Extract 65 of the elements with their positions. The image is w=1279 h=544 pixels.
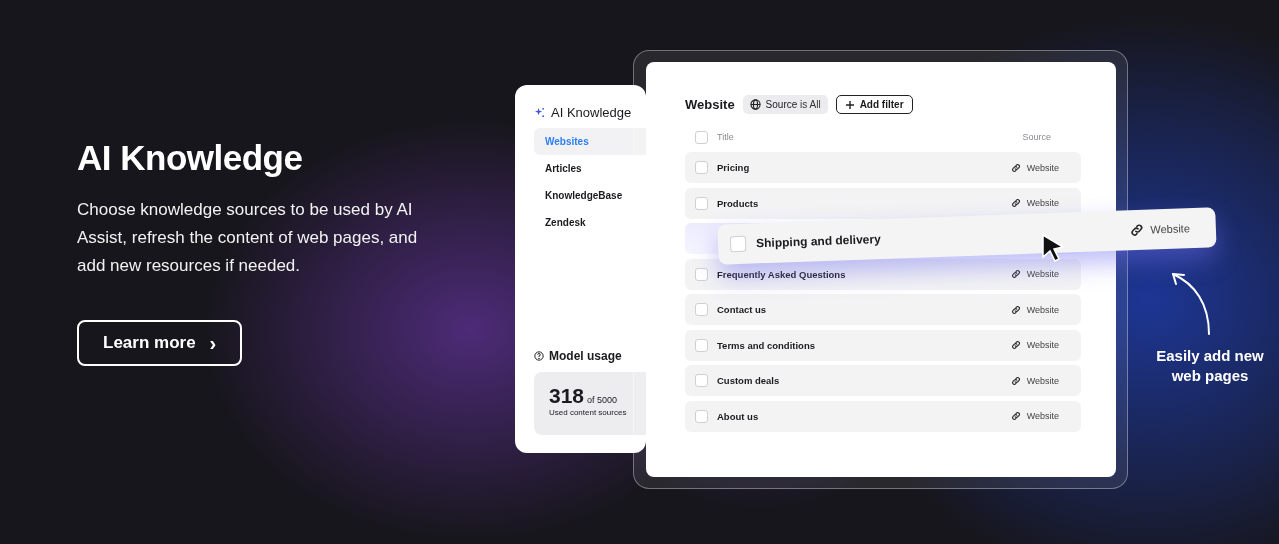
row-title: Products	[717, 197, 759, 209]
table-row[interactable]: About us Website	[685, 400, 1081, 432]
checkbox[interactable]	[729, 235, 747, 253]
chevron-icon: ›	[209, 333, 217, 353]
link-icon	[1010, 411, 1021, 421]
usage-count: 318	[549, 384, 585, 408]
row-title: Custom deals	[717, 375, 780, 386]
checkbox[interactable]	[695, 374, 708, 387]
sidebar-item[interactable]: KnowledgeBase	[534, 182, 646, 209]
sidebar-item[interactable]: Articles	[534, 155, 646, 182]
checkbox[interactable]	[695, 303, 708, 316]
source-label: Website	[1026, 198, 1059, 208]
link-icon	[1010, 340, 1021, 350]
filter-chip[interactable]: Source is All	[742, 95, 828, 114]
column-header: Title	[717, 132, 735, 142]
link-icon	[1010, 198, 1021, 208]
callout-text: Easily add new web pages	[1155, 346, 1265, 386]
add-filter-button[interactable]: Add filter	[835, 95, 913, 114]
hero-description: Choose knowledge sources to be used by AI Assist, refresh the content of web pages, and add new resources if needed.	[77, 199, 419, 277]
checkbox[interactable]	[695, 161, 708, 174]
table-row[interactable]: Pricing Website	[685, 152, 1081, 183]
source-label: Website	[1026, 162, 1059, 173]
source-label: Website	[1026, 269, 1059, 279]
learn-more-button[interactable]: Learn more ›	[77, 320, 243, 366]
source-label: Website	[1150, 222, 1191, 236]
sidebar-item[interactable]: Websites	[534, 128, 646, 155]
checkbox[interactable]	[695, 267, 708, 281]
link-icon	[1010, 269, 1021, 279]
column-header: Source	[1022, 132, 1051, 142]
source-label: Website	[1026, 375, 1059, 386]
sidebar-title: AI Knowledge	[551, 105, 632, 120]
row-title: Shipping and delivery	[755, 232, 881, 251]
usage-caption: Used content sources	[549, 408, 628, 417]
plus-icon	[844, 99, 855, 110]
table-row[interactable]: Frequently Asked Questions Website	[685, 258, 1081, 290]
checkbox[interactable]	[695, 130, 708, 144]
source-label: Website	[1026, 304, 1059, 315]
link-icon	[1130, 222, 1145, 238]
source-label: Website	[1026, 340, 1059, 350]
link-icon	[1010, 162, 1021, 173]
row-title: About us	[717, 410, 759, 422]
link-icon	[1010, 304, 1021, 315]
table-row[interactable]: Products Website	[685, 187, 1081, 219]
sparkle-icon	[534, 107, 545, 118]
globe-icon	[749, 99, 761, 110]
link-icon	[1010, 375, 1021, 386]
checkbox[interactable]	[695, 409, 708, 423]
row-title: Terms and conditions	[717, 339, 815, 351]
row-title: Contact us	[717, 304, 767, 315]
usage-title: Model usage	[549, 349, 622, 363]
hero-title: AI Knowledge	[77, 138, 304, 178]
usage-total: of 5000	[587, 395, 618, 405]
table-row[interactable]: Terms and conditions Website	[685, 329, 1081, 361]
sidebar-item[interactable]: Zendesk	[534, 209, 646, 236]
row-title: Pricing	[717, 162, 750, 173]
cursor-icon	[1041, 233, 1067, 263]
row-title: Frequently Asked Questions	[717, 268, 846, 280]
table-row[interactable]: Custom deals Website	[685, 365, 1081, 396]
checkbox[interactable]	[695, 196, 708, 210]
checkbox[interactable]	[695, 338, 708, 352]
table-heading: Website	[685, 97, 735, 112]
filter-chip-text: Source is All	[765, 99, 821, 110]
table-row[interactable]: Contact us Website	[685, 294, 1081, 325]
source-label: Website	[1026, 411, 1059, 421]
help-icon	[534, 351, 544, 361]
